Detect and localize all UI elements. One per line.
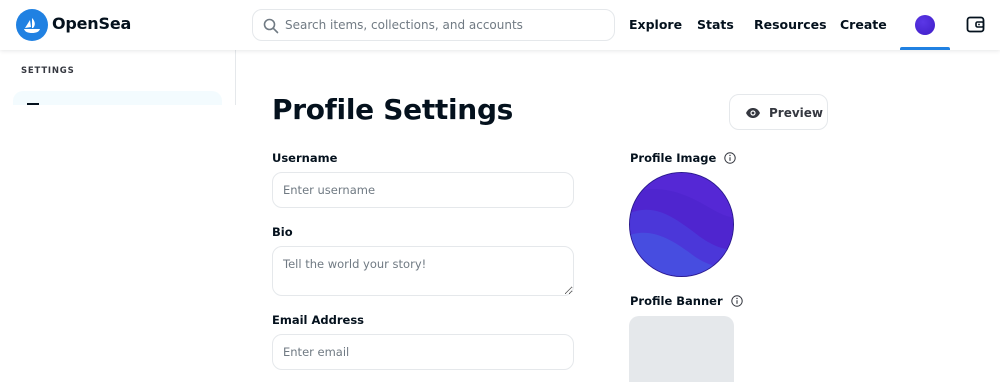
- sidebar-item-profile[interactable]: [13, 91, 222, 105]
- search-icon: [263, 18, 279, 34]
- profile-image-upload[interactable]: [629, 172, 734, 277]
- bio-field[interactable]: [272, 246, 574, 296]
- search-input[interactable]: [285, 10, 611, 40]
- info-icon[interactable]: [724, 152, 737, 164]
- preview-label: Preview: [769, 106, 824, 120]
- bio-label: Bio: [272, 225, 293, 239]
- menu-icon: [27, 103, 39, 105]
- profile-image-heading: Profile Image: [630, 150, 737, 166]
- nav-stats[interactable]: Stats: [697, 16, 734, 34]
- wallet-icon[interactable]: [966, 15, 985, 34]
- search-bar[interactable]: [252, 9, 615, 41]
- profile-image-art: [630, 173, 733, 276]
- eye-icon: [746, 108, 760, 118]
- nav-explore[interactable]: Explore: [629, 16, 682, 34]
- email-label: Email Address: [272, 313, 365, 327]
- account-avatar-icon[interactable]: [915, 15, 935, 35]
- nav-create[interactable]: Create: [840, 16, 887, 34]
- brand-name[interactable]: OpenSea: [52, 14, 131, 34]
- opensea-logo-icon[interactable]: [16, 9, 48, 41]
- active-tab-indicator: [900, 47, 950, 50]
- profile-banner-upload[interactable]: [629, 316, 734, 382]
- settings-sidebar: SETTINGS: [0, 50, 236, 105]
- top-navigation-bar: OpenSea Explore Stats Resources Create: [0, 0, 1000, 50]
- profile-banner-label: Profile Banner: [630, 294, 723, 308]
- profile-banner-heading: Profile Banner: [630, 293, 743, 309]
- email-field[interactable]: [272, 334, 574, 370]
- username-label: Username: [272, 151, 338, 165]
- username-field[interactable]: [272, 172, 574, 208]
- page-title: Profile Settings: [272, 93, 514, 126]
- nav-resources[interactable]: Resources: [754, 16, 827, 34]
- info-icon[interactable]: [730, 295, 743, 307]
- preview-button[interactable]: Preview: [729, 94, 828, 130]
- profile-image-label: Profile Image: [630, 151, 717, 165]
- sidebar-title: SETTINGS: [21, 66, 75, 76]
